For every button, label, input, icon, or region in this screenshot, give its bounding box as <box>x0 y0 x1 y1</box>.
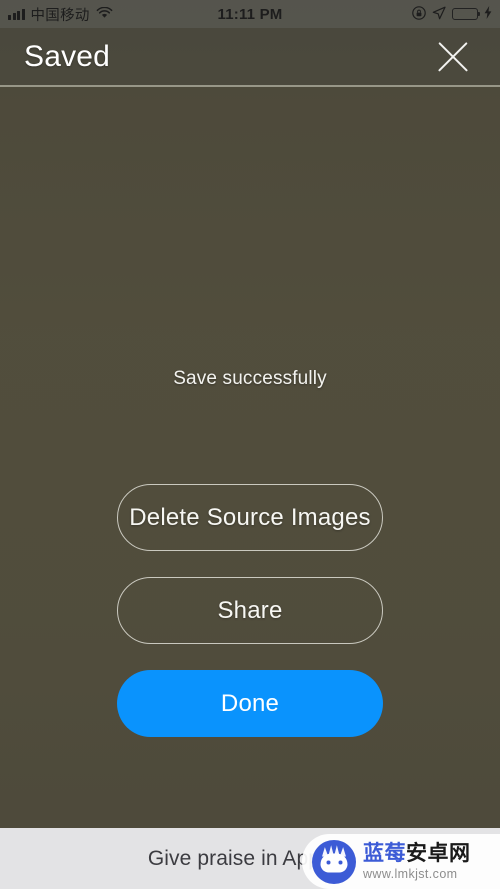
done-button[interactable]: Done <box>117 670 383 737</box>
watermark-text: 蓝莓安卓网 www.lmkjst.com <box>363 843 471 881</box>
location-arrow-icon <box>432 6 446 23</box>
rotation-lock-icon <box>412 5 426 23</box>
battery-icon <box>452 8 481 20</box>
signal-bars-icon <box>8 8 25 20</box>
lightning-bolt-icon <box>484 6 492 22</box>
delete-source-images-button[interactable]: Delete Source Images <box>117 484 383 551</box>
dialog-body: Save successfully Delete Source Images S… <box>0 87 500 828</box>
save-status-message: Save successfully <box>173 368 327 389</box>
wifi-icon <box>96 6 113 22</box>
phone-screen: 中国移动 11:11 PM Saved Save successfully De… <box>0 0 500 889</box>
watermark-title-blue: 蓝莓 <box>363 841 406 865</box>
status-bar: 中国移动 11:11 PM <box>0 0 500 28</box>
carrier-label: 中国移动 <box>30 7 90 24</box>
site-watermark: 蓝莓安卓网 www.lmkjst.com <box>302 834 500 889</box>
watermark-title: 蓝莓安卓网 <box>363 843 471 864</box>
status-bar-left: 中国移动 <box>8 4 218 25</box>
bottom-bar[interactable]: Give praise in AppS 蓝莓安卓网 www.lmkjst.com <box>0 828 500 889</box>
share-button[interactable]: Share <box>117 577 383 644</box>
dialog-header: Saved <box>0 28 500 85</box>
status-bar-clock: 11:11 PM <box>217 5 283 23</box>
watermark-url: www.lmkjst.com <box>363 866 458 881</box>
blueberry-android-mascot-icon <box>312 839 356 884</box>
page-title: Saved <box>24 39 111 73</box>
watermark-title-black: 安卓网 <box>406 841 471 865</box>
status-bar-right <box>283 5 493 23</box>
close-icon[interactable] <box>432 36 474 78</box>
